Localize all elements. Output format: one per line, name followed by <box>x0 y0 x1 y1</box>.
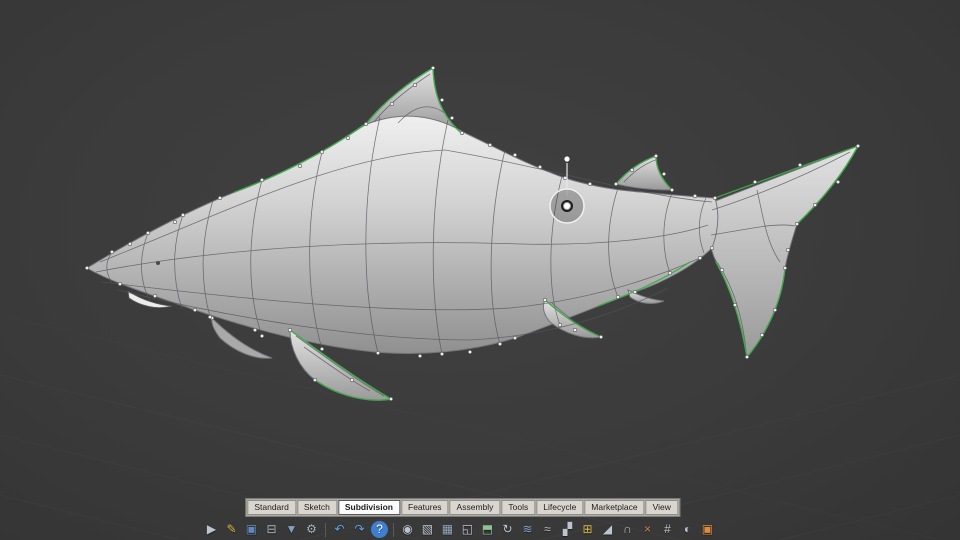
redo-icon[interactable]: ↷ <box>351 521 368 538</box>
tab-lifecycle[interactable]: Lifecycle <box>536 500 584 515</box>
loft-icon[interactable]: ≋ <box>519 521 536 538</box>
mirror-icon[interactable]: ▞ <box>559 521 576 538</box>
subdivide-icon[interactable]: ⊞ <box>579 521 596 538</box>
sphere-icon[interactable]: ◉ <box>399 521 416 538</box>
viewport-canvas[interactable] <box>0 0 960 540</box>
material-icon[interactable]: ◐ <box>679 521 696 538</box>
extrude-icon[interactable]: ⬒ <box>479 521 496 538</box>
undo-icon[interactable]: ↶ <box>331 521 348 538</box>
shark-body[interactable] <box>86 115 719 354</box>
crease-icon[interactable]: ◢ <box>599 521 616 538</box>
tab-tools[interactable]: Tools <box>501 500 536 515</box>
main-toolbar: ▶ ✎ ▣ ⊟ ▼ ⚙ ↶ ↷ ? ◉ ▧ ▦ ◱ ⬒ ↻ ≋ ≈ ▞ ⊞ ◢ … <box>203 521 716 538</box>
export-icon[interactable]: ▼ <box>283 521 300 538</box>
save-icon[interactable]: ▣ <box>243 521 260 538</box>
viewport-3d[interactable] <box>0 0 960 540</box>
print-icon[interactable]: ⊟ <box>263 521 280 538</box>
toolbar-separator <box>324 522 326 537</box>
toolbar-separator <box>392 522 394 537</box>
tab-assembly[interactable]: Assembly <box>449 500 501 515</box>
sweep-icon[interactable]: ≈ <box>539 521 556 538</box>
marketplace-icon[interactable]: ▣ <box>699 521 716 538</box>
tab-standard[interactable]: Standard <box>247 500 296 515</box>
caudal-fin[interactable] <box>704 145 860 359</box>
tab-sketch[interactable]: Sketch <box>296 500 337 515</box>
trim-icon[interactable]: × <box>639 521 656 538</box>
tab-subdivision[interactable]: Subdivision <box>337 500 400 515</box>
tab-marketplace[interactable]: Marketplace <box>584 500 645 515</box>
help-icon[interactable]: ? <box>370 521 388 538</box>
ribbon-tab-bar: Standard Sketch Subdivision Features Ass… <box>245 498 680 517</box>
tab-view[interactable]: View <box>645 500 678 515</box>
shark-model[interactable] <box>85 66 860 401</box>
select-icon[interactable]: ▶ <box>203 521 220 538</box>
bridge-icon[interactable]: ∩ <box>619 521 636 538</box>
mesh-icon[interactable]: ▦ <box>439 521 456 538</box>
plane-icon[interactable]: ◱ <box>459 521 476 538</box>
box-icon[interactable]: ▧ <box>419 521 436 538</box>
measure-icon[interactable]: # <box>659 521 676 538</box>
tab-features[interactable]: Features <box>400 500 449 515</box>
sketch-icon[interactable]: ✎ <box>223 521 240 538</box>
revolve-icon[interactable]: ↻ <box>499 521 516 538</box>
gizmo-axis-handle[interactable] <box>564 156 570 162</box>
settings-gear-icon[interactable]: ⚙ <box>303 521 320 538</box>
gizmo-center-handle[interactable] <box>564 203 570 209</box>
